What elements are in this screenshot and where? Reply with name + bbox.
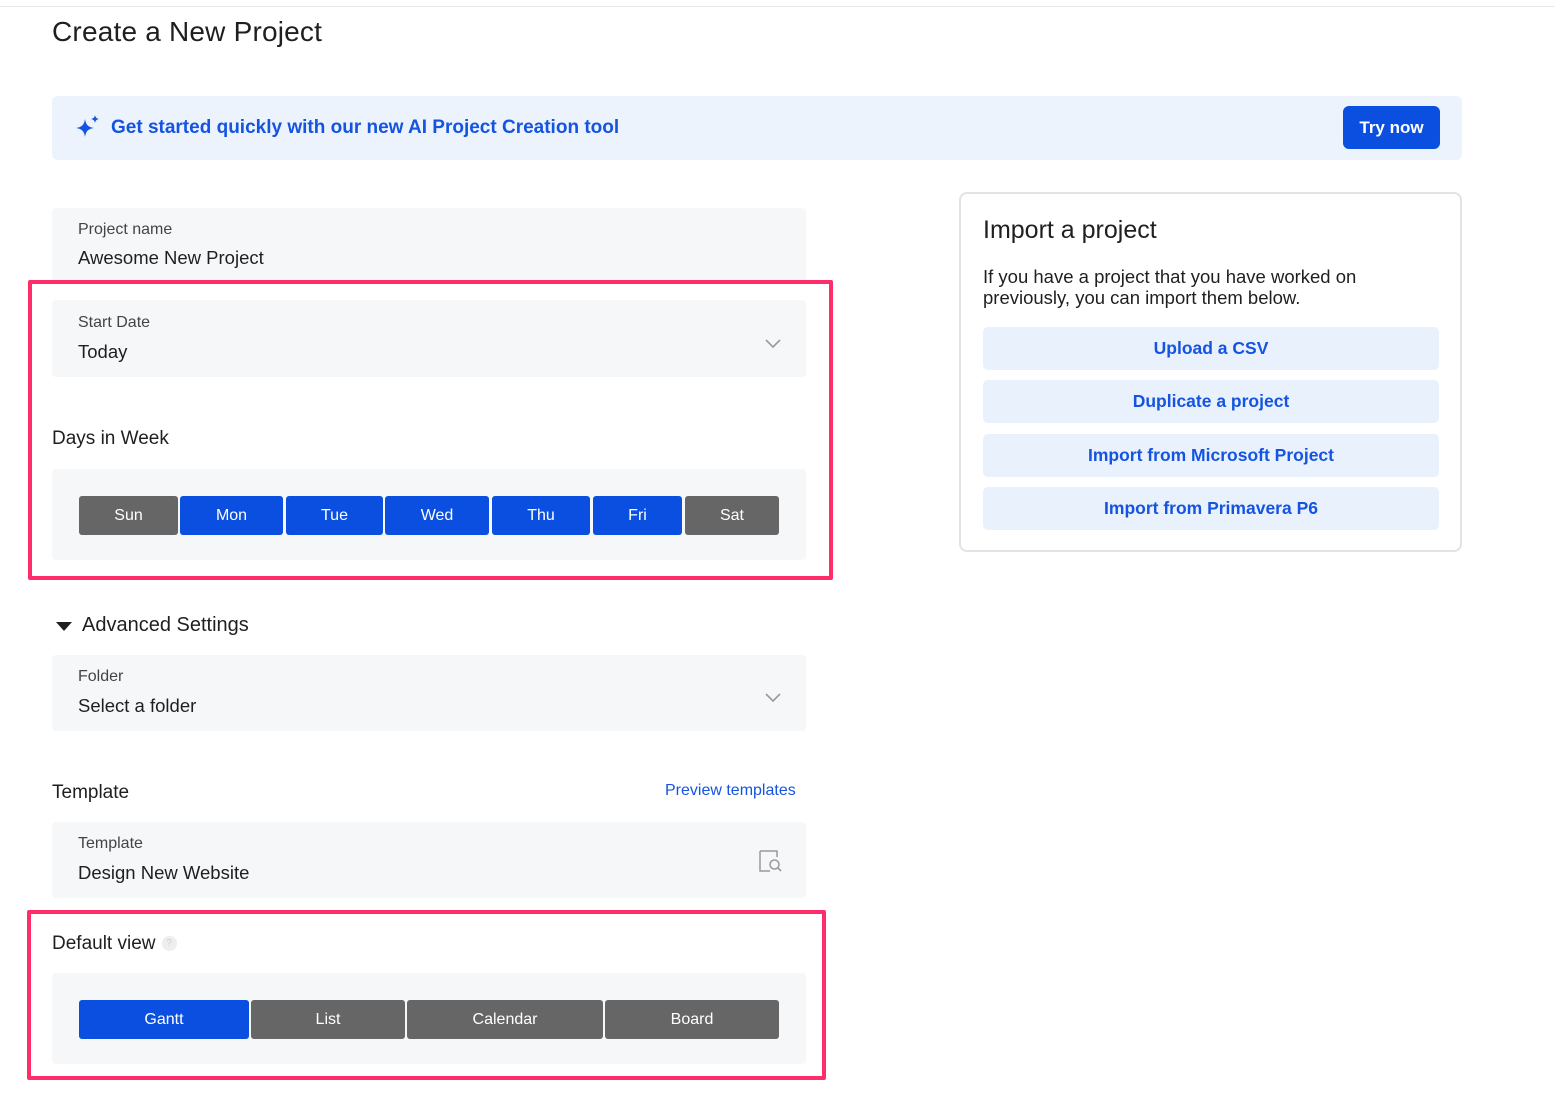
highlight-box-default-view — [27, 910, 826, 1080]
sparkle-icon — [76, 115, 99, 137]
upload-csv-button[interactable]: Upload a CSV — [983, 327, 1439, 370]
template-section-label: Template — [52, 782, 130, 803]
preview-templates-link[interactable]: Preview templates — [665, 782, 796, 800]
ai-banner-text: Get started quickly with our new AI Proj… — [111, 117, 620, 138]
project-name-input[interactable]: Awesome New Project — [78, 247, 264, 269]
duplicate-project-button[interactable]: Duplicate a project — [983, 380, 1439, 423]
ai-creation-banner: Get started quickly with our new AI Proj… — [52, 96, 1462, 160]
project-name-label: Project name — [78, 221, 173, 238]
advanced-settings-toggle[interactable]: Advanced Settings — [56, 614, 249, 637]
chevron-down-icon[interactable] — [765, 690, 781, 706]
project-name-field[interactable]: Project name Awesome New Project — [52, 208, 806, 284]
import-project-card: Import a project If you have a project t… — [959, 192, 1462, 552]
template-select[interactable]: Template Design New Website — [52, 822, 806, 898]
folder-value: Select a folder — [78, 695, 197, 716]
caret-down-icon — [56, 622, 72, 631]
folder-select[interactable]: Folder Select a folder — [52, 655, 806, 731]
template-value: Design New Website — [78, 862, 250, 883]
template-field-label: Template — [78, 835, 143, 852]
import-description: If you have a project that you have work… — [983, 266, 1357, 308]
template-search-icon[interactable] — [756, 847, 784, 875]
highlight-box-dates — [28, 280, 833, 580]
folder-label: Folder — [78, 668, 124, 685]
import-primavera-button[interactable]: Import from Primavera P6 — [983, 487, 1439, 530]
page-title: Create a New Project — [52, 16, 323, 47]
try-now-button[interactable]: Try now — [1343, 106, 1440, 149]
advanced-settings-label: Advanced Settings — [82, 614, 249, 636]
import-microsoft-project-button[interactable]: Import from Microsoft Project — [983, 434, 1439, 477]
top-divider — [0, 6, 1554, 7]
import-title: Import a project — [983, 216, 1157, 244]
